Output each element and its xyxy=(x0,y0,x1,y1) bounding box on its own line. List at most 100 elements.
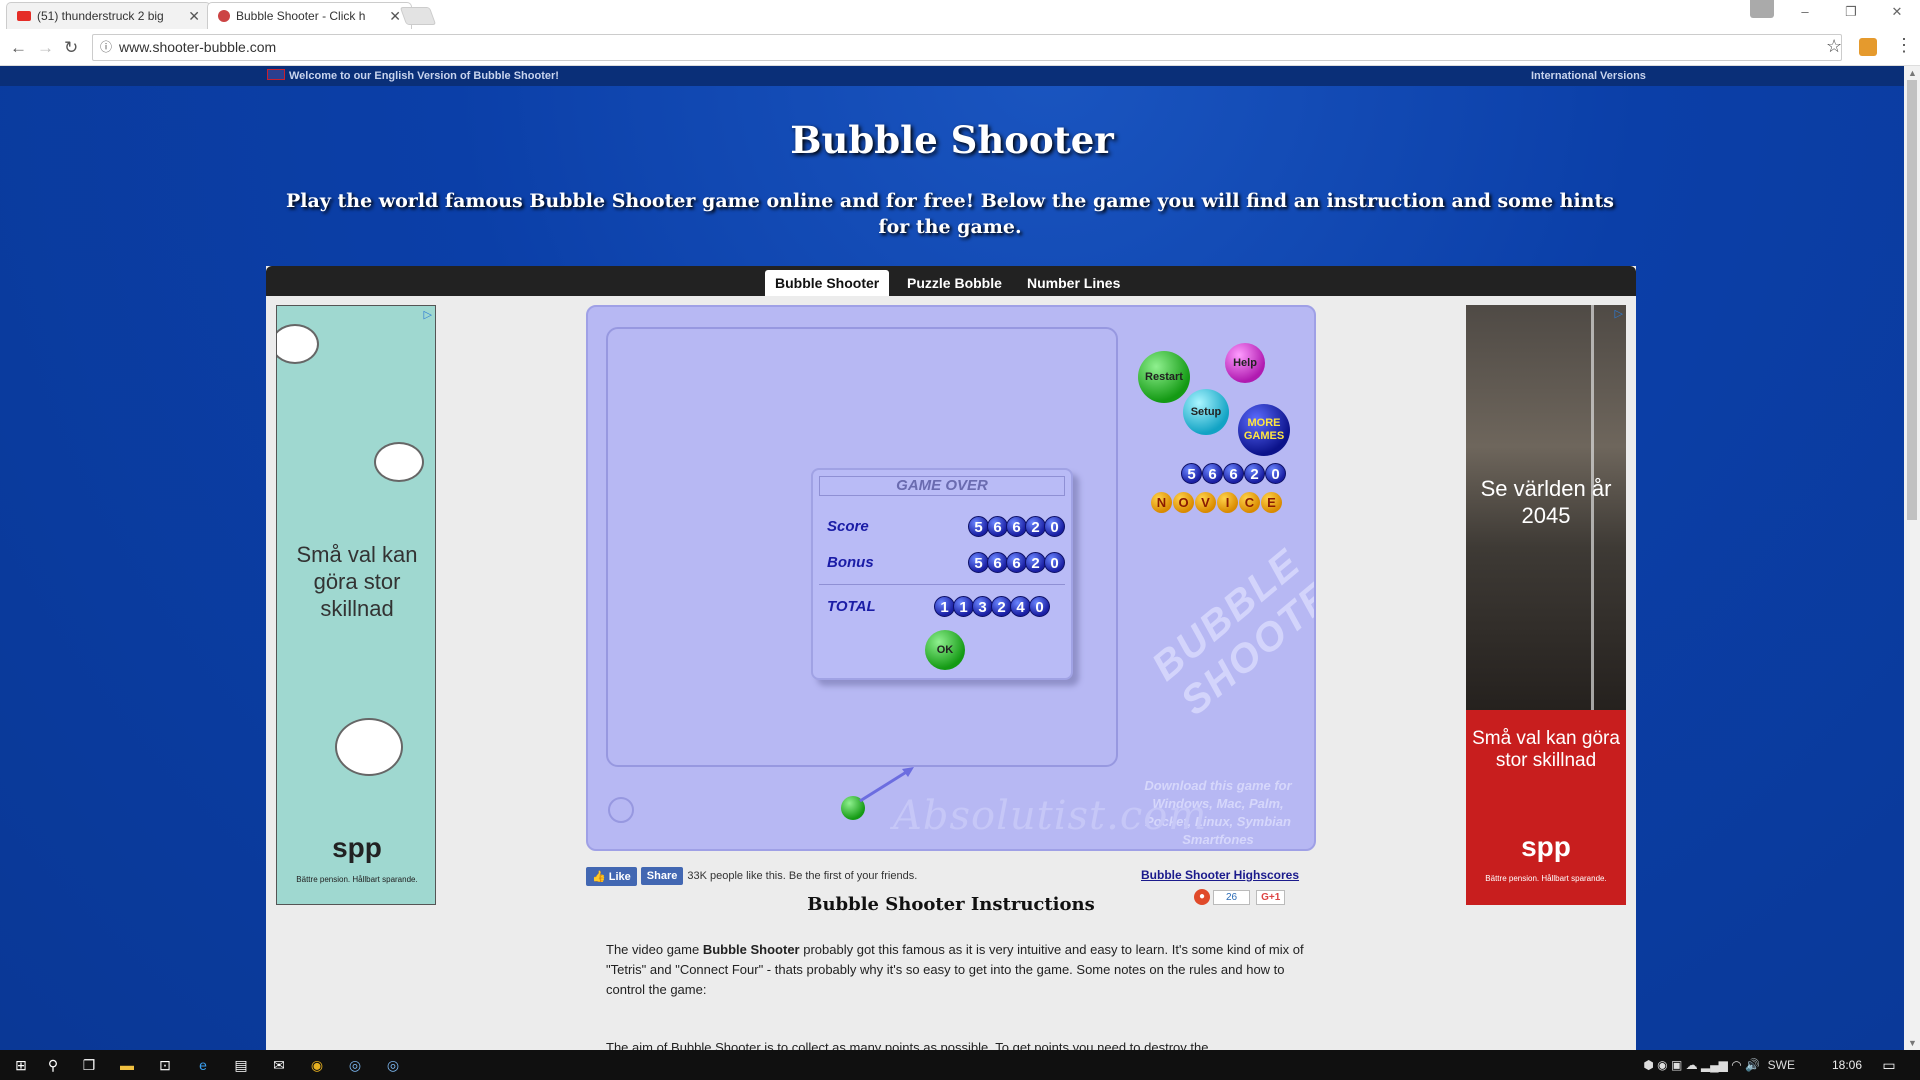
right-advertisement[interactable]: ▷ Se världen år 2045 Små val kan göra st… xyxy=(1466,305,1626,905)
adchoices-icon[interactable]: ▷ xyxy=(1615,307,1623,320)
close-icon[interactable]: ✕ xyxy=(389,8,401,25)
extension-icon[interactable] xyxy=(1859,38,1877,56)
steam-app-icon[interactable]: ◎ xyxy=(384,1056,402,1074)
score-digit: 2 xyxy=(991,596,1012,617)
chrome-icon[interactable]: ◉ xyxy=(308,1056,326,1074)
mail-icon[interactable]: ✉ xyxy=(270,1056,288,1074)
edge-icon[interactable]: e xyxy=(194,1056,212,1074)
browser-tabstrip: (51) thunderstruck 2 big ✕ Bubble Shoote… xyxy=(0,0,1920,30)
adchoices-icon[interactable]: ▷ xyxy=(424,308,432,321)
bookmark-star-icon[interactable]: ☆ xyxy=(1826,36,1842,57)
score-digit: 0 xyxy=(1044,552,1065,573)
youtube-icon xyxy=(17,11,31,21)
restore-button[interactable]: ❐ xyxy=(1828,0,1874,26)
score-digit: 6 xyxy=(987,516,1008,537)
rank-letter: N xyxy=(1151,492,1172,513)
restart-button[interactable]: Restart xyxy=(1138,351,1190,403)
tab-puzzle-bobble[interactable]: Puzzle Bobble xyxy=(897,270,1012,296)
address-bar[interactable]: ⓘ www.shooter-bubble.com xyxy=(92,34,1842,61)
highscores-link[interactable]: Bubble Shooter Highscores xyxy=(1141,868,1299,882)
scroll-up-icon[interactable]: ▲ xyxy=(1908,68,1917,78)
rank-letter: I xyxy=(1217,492,1238,513)
score-digit: 5 xyxy=(1181,463,1202,484)
bonus-label: Bonus xyxy=(827,554,874,571)
dialog-header: GAME OVER xyxy=(819,476,1065,496)
cloud-graphic xyxy=(277,324,319,364)
tab-bubble-shooter[interactable]: Bubble Shooter xyxy=(765,270,890,296)
ad-text: Små val kan göra stor skillnad xyxy=(1472,728,1620,771)
score-digit: 0 xyxy=(1044,516,1065,537)
back-arrow-icon[interactable]: ← xyxy=(10,38,27,58)
system-tray-icons[interactable]: ⬢ ◉ ▣ ☁ ▂▄▆ ◠ 🔊 xyxy=(1643,1058,1760,1072)
score-digit: 2 xyxy=(1025,516,1046,537)
forward-arrow-icon[interactable]: → xyxy=(37,38,54,58)
rank-letter: V xyxy=(1195,492,1216,513)
file-explorer-icon[interactable]: ▬ xyxy=(118,1056,136,1074)
notifications-icon[interactable]: ▭ xyxy=(1880,1056,1898,1074)
cloud-graphic xyxy=(374,442,424,482)
scrollbar-thumb[interactable] xyxy=(1907,80,1917,520)
instructions-title: Bubble Shooter Instructions xyxy=(807,894,1095,915)
ok-button[interactable]: OK xyxy=(925,630,965,670)
profile-icon[interactable] xyxy=(1750,0,1774,18)
game-tabs-bar: Bubble Shooter Puzzle Bobble Number Line… xyxy=(266,266,1636,296)
score-digit: 1 xyxy=(934,596,955,617)
reload-icon[interactable]: ↻ xyxy=(64,38,78,58)
help-button[interactable]: Help xyxy=(1225,343,1265,383)
webpage: Welcome to our English Version of Bubble… xyxy=(0,66,1904,1050)
minimize-button[interactable]: – xyxy=(1782,0,1828,26)
page-subtitle: Play the world famous Bubble Shooter gam… xyxy=(286,190,1614,238)
scroll-down-icon[interactable]: ▼ xyxy=(1908,1038,1917,1048)
language-bar: Welcome to our English Version of Bubble… xyxy=(0,66,1904,86)
close-window-button[interactable]: ✕ xyxy=(1874,0,1920,26)
game-over-dialog: GAME OVER Score Bonus TOTAL OK 566205662… xyxy=(811,468,1073,680)
main-content: Bubble Shooter Puzzle Bobble Number Line… xyxy=(266,266,1636,1050)
language-indicator[interactable]: SWE xyxy=(1768,1058,1795,1072)
score-label: Score xyxy=(827,518,869,535)
page-scrollbar[interactable]: ▲ ▼ xyxy=(1904,66,1920,1050)
ad-tagline: Bättre pension. Hållbart sparande. xyxy=(296,875,418,884)
windows-taskbar: ⊞ ⚲ ❐ ▬ ⊡ e ▤ ✉ ◉ ◎ ◎ ⬢ ◉ ▣ ☁ ▂▄▆ ◠ 🔊 SW… xyxy=(0,1050,1920,1080)
cloud-graphic xyxy=(335,718,403,776)
task-view-icon[interactable]: ❐ xyxy=(80,1056,98,1074)
setup-button[interactable]: Setup xyxy=(1183,389,1229,435)
instructions-paragraph: The video game Bubble Shooter probably g… xyxy=(606,942,1304,997)
more-games-button[interactable]: MORE GAMES xyxy=(1238,404,1290,456)
page-title: Bubble Shooter xyxy=(790,118,1114,162)
total-label: TOTAL xyxy=(827,598,876,615)
store-icon[interactable]: ⊡ xyxy=(156,1056,174,1074)
rank-letter: E xyxy=(1261,492,1282,513)
rank-letter: C xyxy=(1239,492,1260,513)
score-digit: 2 xyxy=(1025,552,1046,573)
facebook-share-button[interactable]: Share xyxy=(640,867,684,885)
tab-title: Bubble Shooter - Click h xyxy=(236,9,366,23)
browser-tab-bubble-shooter[interactable]: Bubble Shooter - Click h ✕ xyxy=(207,2,412,29)
new-tab-button[interactable] xyxy=(399,7,437,25)
tab-number-lines[interactable]: Number Lines xyxy=(1017,270,1130,296)
score-digit: 5 xyxy=(968,552,989,573)
close-icon[interactable]: ✕ xyxy=(188,8,200,25)
browser-menu-icon[interactable]: ⋮ xyxy=(1895,35,1913,56)
score-digit: 6 xyxy=(1006,516,1027,537)
clock[interactable]: 18:06 xyxy=(1832,1058,1862,1072)
left-advertisement[interactable]: ▷ Små val kan göra stor skillnad spp Bät… xyxy=(276,305,436,905)
browser-tab-youtube[interactable]: (51) thunderstruck 2 big ✕ xyxy=(6,2,211,29)
score-digit: 6 xyxy=(1006,552,1027,573)
app-icon[interactable]: ▤ xyxy=(232,1056,250,1074)
score-digit: 5 xyxy=(968,516,989,537)
game-canvas[interactable]: Restart Help Setup MORE GAMES BUBBLE SHO… xyxy=(586,305,1316,851)
info-icon[interactable]: ⓘ xyxy=(100,35,112,60)
steam-icon[interactable]: ◎ xyxy=(346,1056,364,1074)
windows-start-icon[interactable]: ⊞ xyxy=(12,1056,30,1074)
international-versions-link[interactable]: International Versions xyxy=(1531,70,1646,82)
score-digit: 0 xyxy=(1029,596,1050,617)
uk-flag-icon xyxy=(267,69,285,80)
score-digit: 2 xyxy=(1244,463,1265,484)
like-count-text: 33K people like this. Be the first of yo… xyxy=(687,870,918,882)
window-controls: – ❐ ✕ xyxy=(1782,0,1920,26)
score-digit: 1 xyxy=(953,596,974,617)
spp-logo: spp xyxy=(332,832,382,863)
score-digit: 0 xyxy=(1265,463,1286,484)
facebook-like-button[interactable]: 👍 Like xyxy=(586,866,637,886)
search-icon[interactable]: ⚲ xyxy=(44,1056,62,1074)
